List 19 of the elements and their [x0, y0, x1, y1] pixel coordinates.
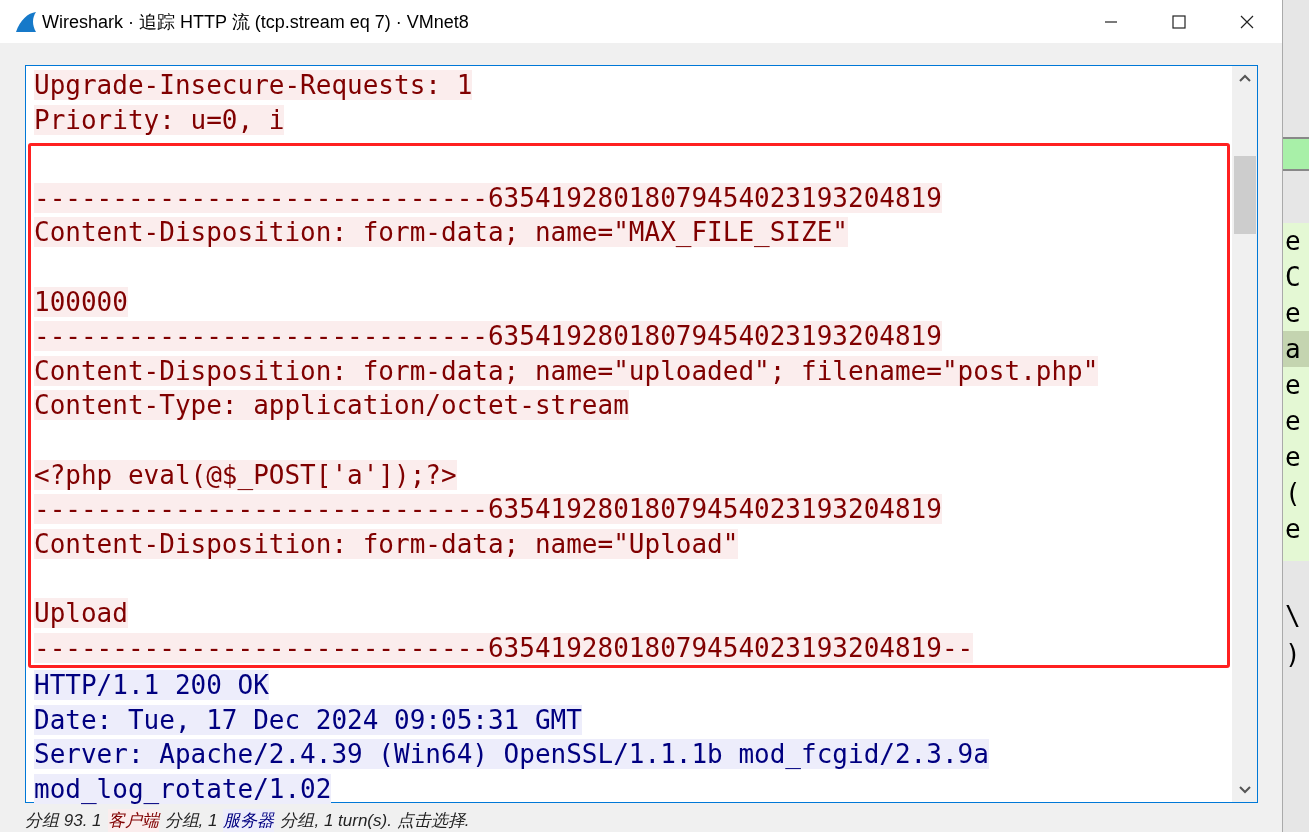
filter-bar	[1283, 137, 1309, 171]
window-title: Wireshark · 追踪 HTTP 流 (tcp.stream eq 7) · VMnet8	[42, 10, 469, 34]
packet-row[interactable]: a	[1283, 331, 1309, 367]
packet-row[interactable]: e	[1283, 439, 1309, 475]
packet-row[interactable]: e	[1283, 295, 1309, 331]
maximize-icon[interactable]	[1172, 14, 1186, 29]
packet-row[interactable]: (	[1283, 475, 1309, 511]
scrollbar[interactable]	[1232, 66, 1257, 802]
packet-row[interactable]: e	[1283, 367, 1309, 403]
fin-icon	[14, 9, 38, 34]
close-icon[interactable]	[1240, 14, 1254, 29]
packet-row[interactable]: e	[1283, 403, 1309, 439]
packet-row[interactable]: e	[1283, 223, 1309, 259]
detail-text: )	[1284, 638, 1302, 671]
detail-text: \	[1284, 600, 1302, 633]
packet-row[interactable]: e	[1283, 511, 1309, 547]
status-text: 分组 93. 1 客户端 分组, 1 服务器 分组, 1 turn(s). 点击选择.	[25, 808, 471, 832]
scroll-thumb[interactable]	[1233, 156, 1256, 234]
packet-row[interactable]: C	[1283, 259, 1309, 295]
